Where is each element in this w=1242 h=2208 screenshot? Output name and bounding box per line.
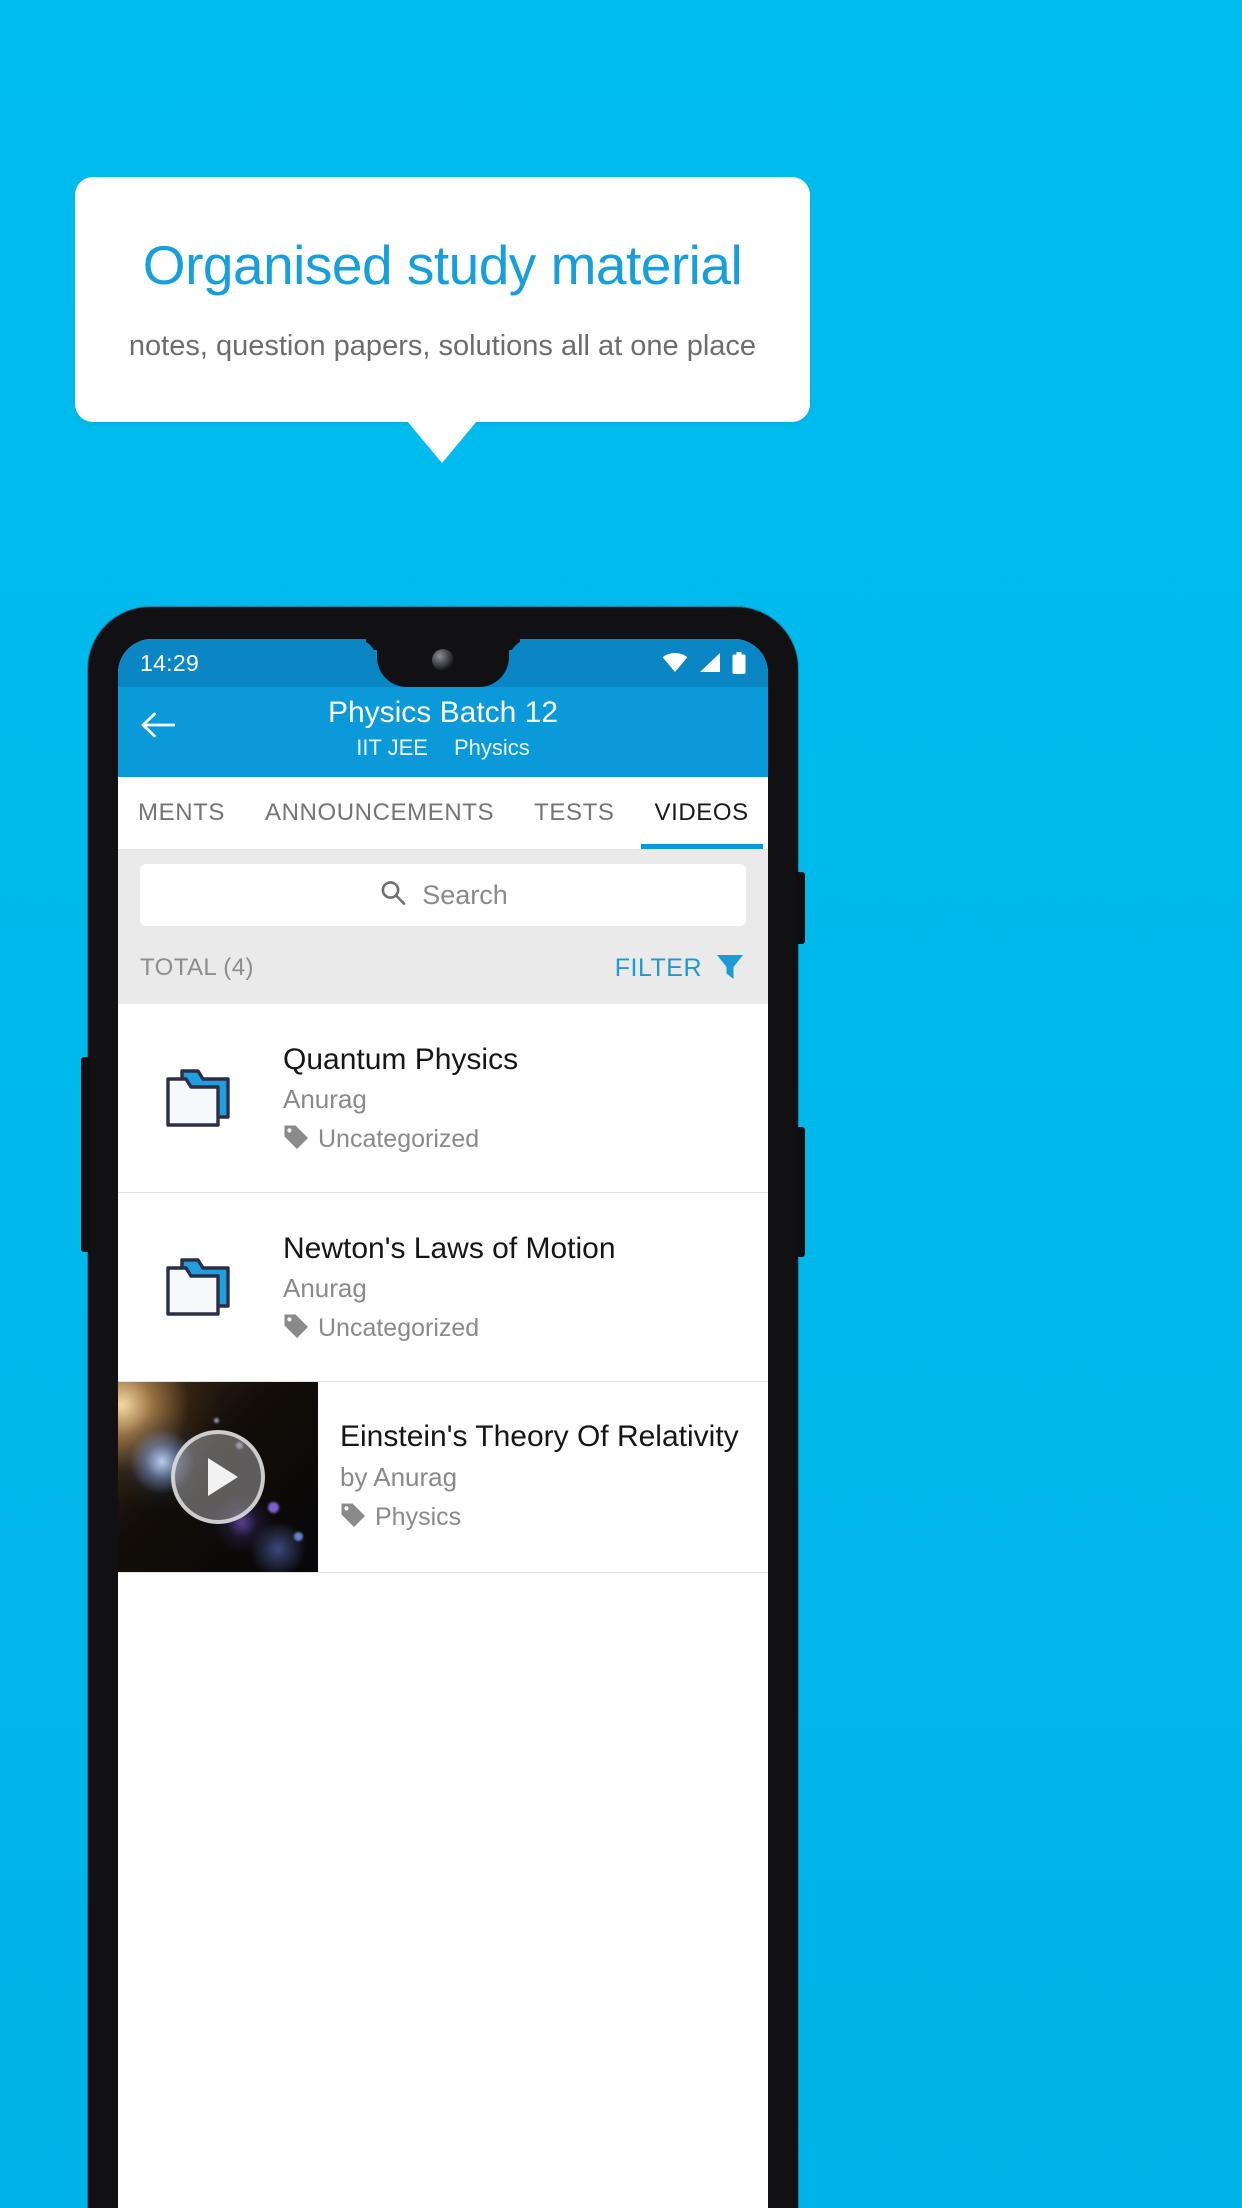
promo-title: Organised study material (142, 233, 743, 296)
list-item-tag-label: Uncategorized (318, 1125, 480, 1154)
volume-button[interactable] (796, 1127, 805, 1257)
list-item-tag-label: Uncategorized (318, 1314, 480, 1343)
tab-assignments[interactable]: MENTS (118, 777, 245, 849)
list-item-text: Newton's Laws of Motion Anurag Uncategor… (283, 1230, 768, 1345)
list-item-tag: Uncategorized (283, 1124, 752, 1155)
tab-label: MENTS (138, 799, 225, 826)
funnel-icon (714, 950, 746, 987)
list-item-text: Quantum Physics Anurag Uncategorized (283, 1041, 768, 1156)
list-item-tag: Physics (340, 1502, 756, 1533)
thumbnail-speck (214, 1418, 219, 1423)
content-list: Quantum Physics Anurag Uncategorized New… (118, 1004, 768, 1573)
list-item-title: Quantum Physics (283, 1042, 519, 1076)
tab-bar: MENTS ANNOUNCEMENTS TESTS VIDEOS (118, 777, 768, 850)
tab-announcements[interactable]: ANNOUNCEMENTS (245, 777, 514, 849)
list-item-text: Einstein's Theory Of Relativity by Anura… (318, 1382, 768, 1572)
status-bar-clock: 14:29 (140, 649, 200, 676)
list-item-author: by Anurag (340, 1461, 458, 1492)
tag-icon (283, 1124, 309, 1155)
list-item[interactable]: Quantum Physics Anurag Uncategorized (118, 1004, 768, 1193)
promo-subtitle: notes, question papers, solutions all at… (128, 330, 757, 363)
folder-icon (118, 1063, 283, 1133)
list-item[interactable]: Einstein's Theory Of Relativity by Anura… (118, 1382, 768, 1573)
tag-icon (340, 1502, 366, 1533)
phone-screen: 14:29 Physics Batch 12 IIT JEE Physics M… (118, 639, 768, 2208)
filter-label: FILTER (614, 953, 702, 982)
search-icon (378, 878, 408, 913)
promo-card: Organised study material notes, question… (75, 177, 810, 422)
side-button-left[interactable] (81, 1057, 90, 1252)
front-camera-icon (432, 649, 454, 671)
list-item-author: Anurag (283, 1084, 367, 1115)
list-item-author: Anurag (283, 1273, 367, 1304)
app-bar-subject-label: Physics (453, 735, 530, 760)
search-zone: Search (118, 850, 768, 938)
list-item-title: Newton's Laws of Motion (283, 1231, 616, 1265)
folder-icon (118, 1252, 283, 1322)
back-arrow-icon[interactable] (138, 705, 178, 745)
tab-videos[interactable]: VIDEOS (635, 777, 769, 849)
total-count-label: TOTAL (4) (140, 954, 254, 981)
list-item-tag-label: Physics (375, 1502, 462, 1531)
phone-mockup: 14:29 Physics Batch 12 IIT JEE Physics M… (81, 607, 805, 2208)
search-placeholder: Search (422, 879, 508, 910)
tab-tests[interactable]: TESTS (514, 777, 634, 849)
wifi-icon (662, 653, 688, 673)
tag-icon (283, 1313, 309, 1344)
status-bar-icons (662, 652, 746, 674)
tab-label: VIDEOS (654, 799, 749, 826)
app-bar-subtitle: IIT JEE Physics (188, 735, 698, 761)
video-thumbnail[interactable] (118, 1382, 318, 1572)
tab-label: ANNOUNCEMENTS (265, 799, 495, 826)
play-icon[interactable] (171, 1430, 265, 1524)
list-item[interactable]: Newton's Laws of Motion Anurag Uncategor… (118, 1193, 768, 1382)
thumbnail-speck (268, 1502, 279, 1513)
cell-signal-icon (699, 653, 721, 673)
thumbnail-speck (294, 1532, 303, 1541)
tab-label: TESTS (534, 799, 615, 826)
app-bar-titles: Physics Batch 12 IIT JEE Physics (118, 695, 768, 761)
battery-icon (732, 652, 746, 674)
list-header: TOTAL (4) FILTER (118, 938, 768, 1004)
list-item-title: Einstein's Theory Of Relativity (340, 1420, 739, 1453)
promo-bubble-tail (407, 421, 477, 463)
filter-button[interactable]: FILTER (615, 950, 746, 987)
search-input[interactable]: Search (140, 864, 746, 926)
app-bar-exam-label: IIT JEE (356, 735, 428, 760)
page-title: Physics Batch 12 (327, 696, 559, 729)
app-bar: Physics Batch 12 IIT JEE Physics (118, 687, 768, 777)
list-item-tag: Uncategorized (283, 1313, 752, 1344)
power-button[interactable] (796, 872, 805, 944)
